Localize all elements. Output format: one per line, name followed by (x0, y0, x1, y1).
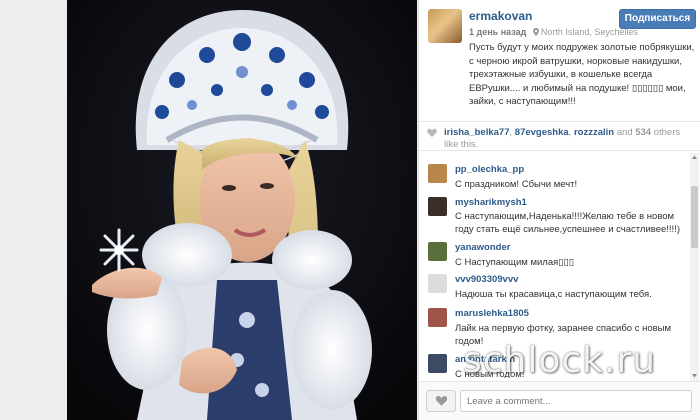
comment-text: С новым годом! (455, 369, 525, 378)
comment-username[interactable]: yanawonder (455, 242, 510, 253)
comment-avatar[interactable] (428, 164, 447, 183)
photo-illustration (67, 0, 417, 420)
heart-icon (427, 128, 437, 137)
comment-text: С праздником! Сбычи мечт! (455, 179, 578, 190)
comment-avatar[interactable] (428, 197, 447, 216)
comment-avatar[interactable] (428, 242, 447, 261)
avatar[interactable] (428, 9, 462, 43)
post-caption: Пусть будут у моих подружек золотые побр… (469, 42, 695, 107)
like-user-2[interactable]: 87evgeshka (515, 127, 569, 138)
post-photo[interactable] (67, 0, 417, 420)
comment-username[interactable]: antontatarkin (455, 354, 515, 365)
scroll-down-icon[interactable] (691, 372, 698, 379)
comment-footer (419, 381, 700, 420)
pin-icon (532, 28, 539, 36)
like-button[interactable] (426, 390, 456, 412)
like-user-3[interactable]: rozzzalin (574, 127, 614, 138)
comment-username[interactable]: pp_olechka_pp (455, 164, 524, 175)
comment-text: Надюша ты красавица,с наступающим тебя. (455, 289, 652, 300)
post-meta: 1 день назад North Island, Seychelles (469, 27, 638, 37)
comment-username[interactable]: vvv903309vvv (455, 274, 518, 285)
comment-text: Лайк на первую фотку, заранее спасибо с … (455, 323, 672, 347)
heart-outline-icon (435, 395, 448, 406)
instagram-post-viewer: ermakovan 1 день назад North Island, Sey… (0, 0, 700, 420)
likes-count[interactable]: 534 (635, 127, 651, 138)
post-username[interactable]: ermakovan (469, 9, 532, 23)
like-user-1[interactable]: irisha_belka77 (444, 127, 510, 138)
scrollbar-thumb[interactable] (691, 186, 698, 248)
likes-row: irisha_belka77, 87evgeshka, rozzzalin an… (419, 121, 700, 151)
likes-text: irisha_belka77, 87evgeshka, rozzzalin an… (444, 127, 694, 151)
likes-and: and (614, 127, 636, 138)
comment-avatar[interactable] (428, 274, 447, 293)
comments-list: pp_olechka_pp С праздником! Сбычи мечт! … (419, 158, 691, 378)
post-sidebar: ermakovan 1 день назад North Island, Sey… (418, 0, 700, 420)
comment-avatar[interactable] (428, 308, 447, 327)
post-time[interactable]: 1 день назад (469, 27, 526, 37)
comment-username[interactable]: maruslehka1805 (455, 308, 529, 319)
scroll-up-icon[interactable] (691, 154, 698, 161)
comment-input[interactable] (460, 390, 692, 412)
post-header: ermakovan 1 день назад North Island, Sey… (419, 0, 700, 118)
photo-pane (0, 0, 418, 420)
comment-avatar[interactable] (428, 354, 447, 373)
comment-username[interactable]: mysharikmysh1 (455, 197, 527, 208)
comment-text: С наступающим,Наденька!!!!Желаю тебе в н… (455, 211, 680, 235)
follow-button[interactable]: Подписаться (619, 9, 696, 29)
comments-scrollbar[interactable] (690, 153, 699, 381)
comment-text: С Наступающим милая▯▯▯ (455, 257, 574, 268)
